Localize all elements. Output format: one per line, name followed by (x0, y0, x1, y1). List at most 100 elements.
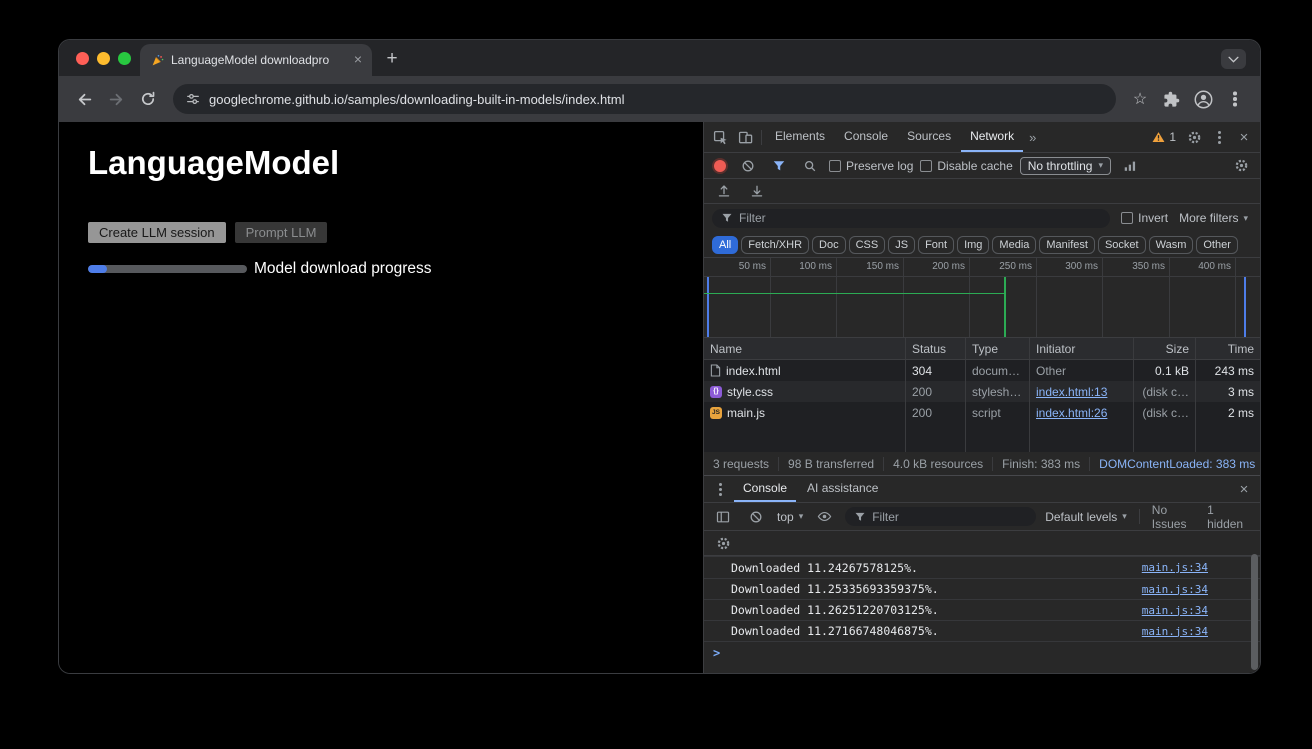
resource-chip[interactable]: Socket (1098, 236, 1146, 254)
column-header-time[interactable]: Time (1196, 338, 1260, 359)
browser-menu-button[interactable] (1220, 84, 1250, 114)
resource-chip[interactable]: JS (888, 236, 915, 254)
import-har-button[interactable] (712, 179, 736, 203)
prompt-llm-button[interactable]: Prompt LLM (235, 222, 328, 243)
inspect-element-button[interactable] (708, 125, 732, 149)
network-filter-input[interactable] (712, 209, 1110, 228)
reload-button[interactable] (133, 84, 163, 114)
site-info-icon[interactable] (186, 92, 200, 106)
drawer-close-button[interactable]: × (1232, 477, 1256, 501)
bookmark-star-icon[interactable]: ☆ (1126, 89, 1154, 109)
no-issues-status[interactable]: No Issues (1152, 503, 1198, 531)
url-input[interactable] (209, 92, 1103, 107)
device-toolbar-button[interactable] (733, 125, 757, 149)
record-button[interactable] (714, 160, 726, 172)
initiator-link[interactable]: index.html:13 (1036, 385, 1107, 399)
throttling-select[interactable]: No throttling ▾ (1020, 157, 1111, 175)
resource-chip[interactable]: Other (1196, 236, 1238, 254)
export-har-button[interactable] (745, 179, 769, 203)
tab-search-button[interactable] (1221, 49, 1246, 69)
request-initiator: Other (1030, 360, 1134, 381)
source-link[interactable]: main.js:34 (1142, 625, 1208, 638)
more-filters-button[interactable]: More filters ▾ (1179, 211, 1252, 225)
resource-chip[interactable]: Media (992, 236, 1036, 254)
console-message: Downloaded 11.26251220703125%. main.js:3… (704, 599, 1260, 620)
resource-chip-all[interactable]: All (712, 236, 738, 254)
checkbox-icon[interactable] (920, 160, 932, 172)
invert-label: Invert (1138, 211, 1168, 225)
source-link[interactable]: main.js:34 (1142, 561, 1208, 574)
checkbox-icon[interactable] (1121, 212, 1133, 224)
request-row[interactable]: JS main.js 200 script index.html:26 (dis… (704, 402, 1260, 423)
tab-favicon-icon (151, 54, 164, 67)
window-minimize-button[interactable] (97, 52, 110, 65)
column-header-size[interactable]: Size (1134, 338, 1196, 359)
preserve-log-label: Preserve log (846, 159, 913, 173)
more-tabs-button[interactable]: » (1024, 130, 1041, 145)
tab-console[interactable]: Console (835, 122, 897, 152)
devtools-settings-button[interactable] (1182, 125, 1206, 149)
console-prompt[interactable]: > (704, 642, 1260, 664)
resource-chip[interactable]: CSS (849, 236, 886, 254)
initiator-link[interactable]: index.html:26 (1036, 406, 1107, 420)
network-conditions-button[interactable] (1118, 154, 1142, 178)
log-levels-select[interactable]: Default levels ▾ (1045, 510, 1127, 524)
console-eye-button[interactable] (812, 505, 836, 529)
scrollbar-thumb[interactable] (1251, 554, 1258, 670)
source-link[interactable]: main.js:34 (1142, 604, 1208, 617)
profile-button[interactable] (1188, 84, 1218, 114)
checkbox-icon[interactable] (829, 160, 841, 172)
console-filter-field[interactable] (872, 510, 1027, 524)
preserve-log-checkbox[interactable]: Preserve log (829, 159, 913, 173)
devtools-close-button[interactable]: × (1232, 125, 1256, 149)
resource-chip[interactable]: Manifest (1039, 236, 1095, 254)
drawer-tab-ai-assistance[interactable]: AI assistance (798, 476, 887, 502)
drawer-tab-console[interactable]: Console (734, 476, 796, 502)
column-header-name[interactable]: Name (704, 338, 906, 359)
clear-console-button[interactable] (744, 505, 768, 529)
request-status: 200 (906, 381, 966, 402)
forward-button[interactable] (101, 84, 131, 114)
invert-checkbox[interactable]: Invert (1121, 211, 1168, 225)
resource-chip[interactable]: Fetch/XHR (741, 236, 809, 254)
address-bar[interactable] (173, 84, 1116, 114)
resource-chip[interactable]: Font (918, 236, 954, 254)
tab-network[interactable]: Network (961, 122, 1023, 152)
new-tab-button[interactable]: + (378, 45, 406, 73)
extensions-button[interactable] (1156, 84, 1186, 114)
console-sidebar-button[interactable] (711, 505, 735, 529)
console-settings-button[interactable] (711, 531, 735, 555)
console-filter-input[interactable] (845, 507, 1036, 526)
column-header-initiator[interactable]: Initiator (1030, 338, 1134, 359)
console-prompt-icon: > (713, 646, 720, 660)
context-selector[interactable]: top ▾ (777, 510, 803, 524)
tab-sources[interactable]: Sources (898, 122, 960, 152)
request-row[interactable]: {} style.css 200 stylesh… index.html:13 … (704, 381, 1260, 402)
column-header-type[interactable]: Type (966, 338, 1030, 359)
tab-elements[interactable]: Elements (766, 122, 834, 152)
resource-chip[interactable]: Wasm (1149, 236, 1194, 254)
hidden-messages-count[interactable]: 1 hidden (1207, 503, 1253, 531)
browser-tab[interactable]: LanguageModel downloadpro × (140, 44, 372, 76)
back-button[interactable] (69, 84, 99, 114)
source-link[interactable]: main.js:34 (1142, 583, 1208, 596)
summary-resources: 4.0 kB resources (884, 457, 993, 471)
network-filter-toggle-button[interactable] (767, 154, 791, 178)
column-header-status[interactable]: Status (906, 338, 966, 359)
network-settings-button[interactable] (1229, 154, 1253, 178)
issues-warning[interactable]: 1 (1147, 130, 1181, 144)
network-search-button[interactable] (798, 154, 822, 178)
disable-cache-checkbox[interactable]: Disable cache (920, 159, 1012, 173)
create-session-button[interactable]: Create LLM session (88, 222, 226, 243)
devtools-menu-button[interactable] (1207, 125, 1231, 149)
window-close-button[interactable] (76, 52, 89, 65)
resource-chip[interactable]: Doc (812, 236, 846, 254)
tab-close-button[interactable]: × (350, 52, 366, 68)
network-overview[interactable]: 50 ms 100 ms 150 ms 200 ms 250 ms 300 ms… (704, 258, 1260, 338)
clear-network-button[interactable] (736, 154, 760, 178)
request-row[interactable]: index.html 304 docum… Other 0.1 kB 243 m… (704, 360, 1260, 381)
drawer-menu-button[interactable] (708, 477, 732, 501)
window-zoom-button[interactable] (118, 52, 131, 65)
resource-chip[interactable]: Img (957, 236, 989, 254)
filter-input[interactable] (739, 211, 1101, 225)
